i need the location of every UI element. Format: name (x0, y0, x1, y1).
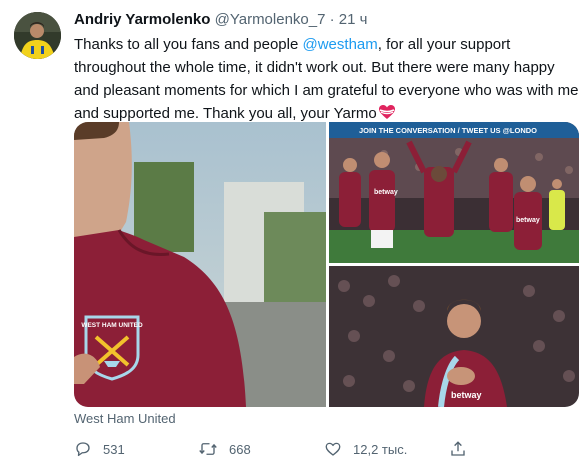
sponsor-logo-3: betway (451, 390, 482, 400)
retweet-button[interactable]: 668 (198, 440, 251, 458)
media-caption[interactable]: West Ham United (74, 411, 176, 426)
like-count: 12,2 тыс. (353, 441, 408, 457)
stadium-banner-text: JOIN THE CONVERSATION / TWEET US @LONDO (359, 126, 537, 135)
author-name[interactable]: Andriy Yarmolenko (74, 11, 210, 28)
like-button[interactable]: 12,2 тыс. (324, 440, 407, 458)
tweet-actions: 531 668 12,2 тыс. (74, 440, 579, 460)
share-button[interactable] (449, 440, 478, 458)
media-grid: WEST HAM UNITED JOIN THE CONVERSATION / … (74, 122, 579, 407)
reply-count: 531 (103, 441, 125, 457)
photo-yarmolenko-applause[interactable]: betway (329, 266, 579, 407)
retweet-icon (199, 443, 217, 455)
heart-icon (325, 442, 341, 456)
reply-icon (76, 442, 90, 457)
retweet-count: 668 (229, 441, 251, 457)
crest-text: WEST HAM UNITED (81, 322, 143, 329)
photo-yarmolenko-shirt[interactable]: WEST HAM UNITED (74, 122, 326, 407)
author-handle[interactable]: @Yarmolenko_7 (215, 11, 326, 28)
tweet-header: Andriy Yarmolenko @Yarmolenko_7 · 21 ч (74, 11, 367, 29)
mention-link[interactable]: @westham (303, 36, 378, 53)
reply-button[interactable]: 531 (74, 440, 125, 458)
header-separator: · (329, 11, 335, 28)
author-avatar[interactable] (14, 12, 61, 59)
sponsor-logo-2: betway (516, 217, 540, 224)
tweet-text-part1: Thanks to all you fans and people (74, 36, 303, 53)
photo-team-celebration[interactable]: JOIN THE CONVERSATION / TWEET US @LONDO … (329, 122, 579, 263)
avatar-image (14, 12, 61, 59)
tweet-timestamp[interactable]: 21 ч (339, 11, 368, 28)
tweet-text: Thanks to all you fans and people @westh… (74, 33, 579, 127)
share-icon (451, 441, 465, 456)
sponsor-logo-1: betway (374, 189, 398, 196)
